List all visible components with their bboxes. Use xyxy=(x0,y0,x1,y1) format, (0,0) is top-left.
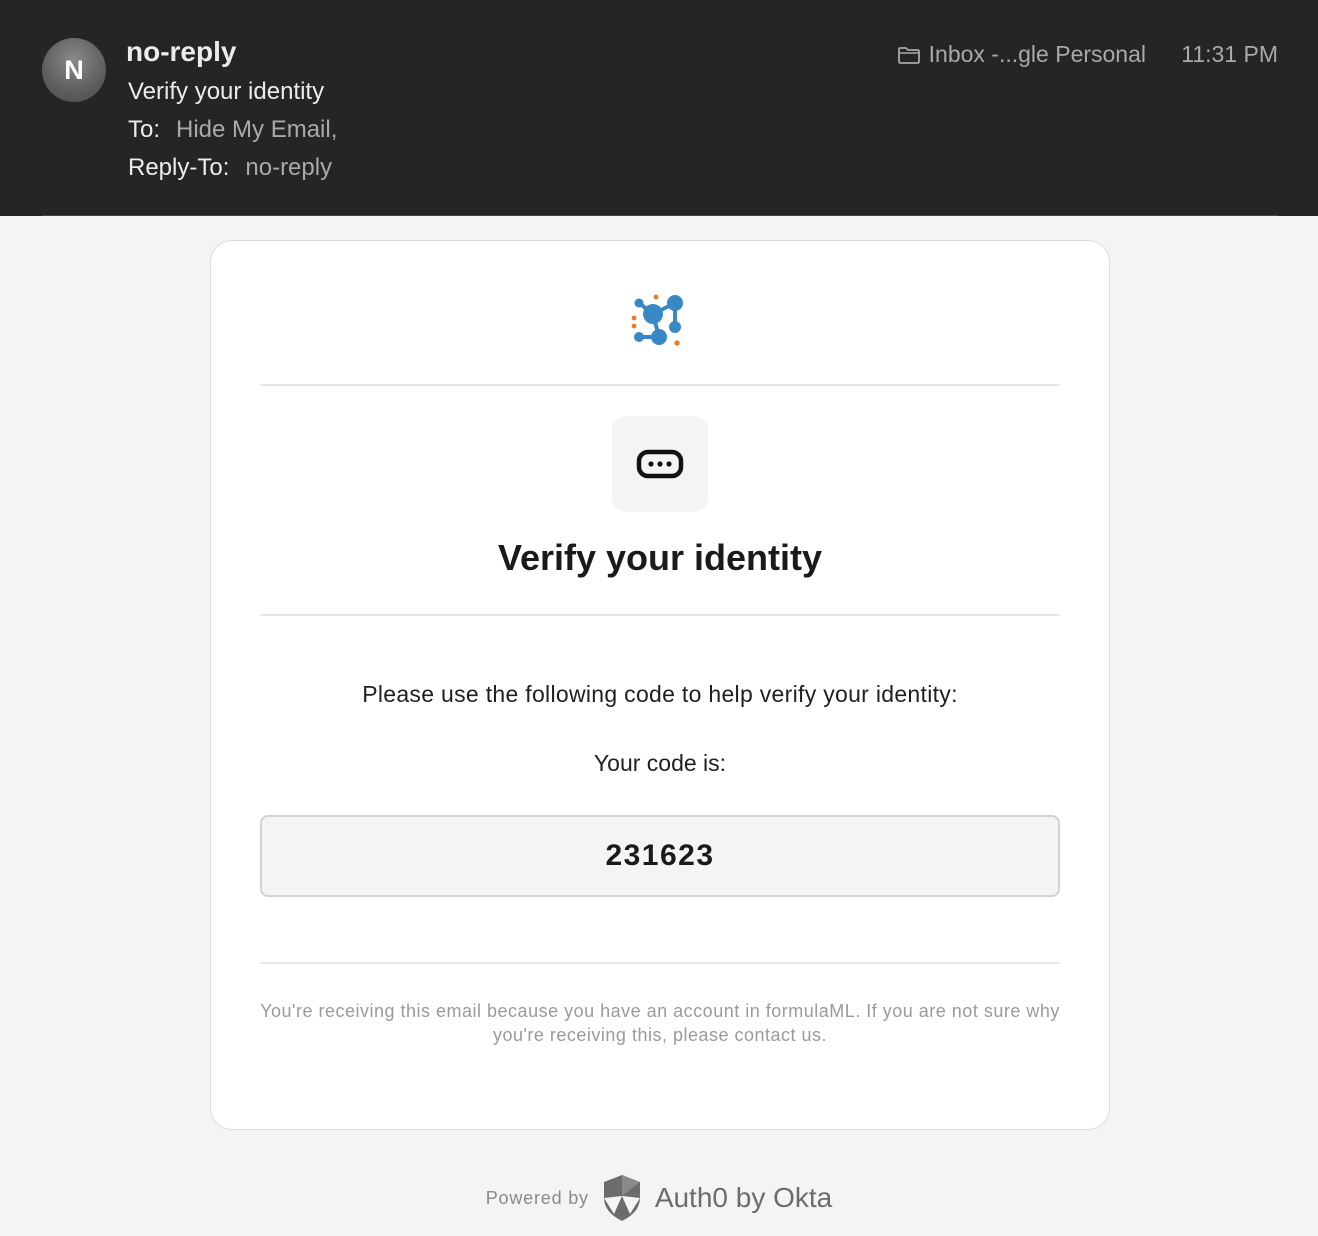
card-title: Verify your identity xyxy=(497,537,823,578)
mailbox-name: Inbox -...gle Personal xyxy=(928,41,1146,67)
to-label: To: xyxy=(128,116,161,143)
mailbox-link[interactable]: Inbox -...gle Personal xyxy=(897,41,1146,68)
folder-icon xyxy=(897,46,920,64)
footnote-text: You're receiving this email because you … xyxy=(260,1001,1060,1045)
reply-to-address[interactable]: no-reply xyxy=(245,154,332,182)
email-card: Verify your identity Please use the foll… xyxy=(210,240,1110,1130)
auth0-shield-icon xyxy=(603,1175,640,1221)
to-row: To: Hide My Email, xyxy=(128,116,337,144)
logo-divider xyxy=(260,384,1060,386)
sender-name[interactable]: no-reply xyxy=(126,36,236,68)
reply-to-row: Reply-To: no-reply xyxy=(128,154,332,182)
sender-avatar[interactable]: N xyxy=(42,38,106,102)
header-divider xyxy=(42,215,1278,216)
code-label: Your code is: xyxy=(593,750,727,776)
reply-to-label: Reply-To: xyxy=(128,154,230,181)
formulaml-logo-icon xyxy=(631,294,683,346)
instruction-text: Please use the following code to help ve… xyxy=(362,681,958,707)
otp-icon-box xyxy=(612,416,708,512)
email-header: N no-reply Verify your identity To: Hide… xyxy=(0,0,1318,216)
otp-dots-icon xyxy=(636,449,684,479)
footer-divider xyxy=(260,962,1060,964)
powered-by: Powered by Auth0 by Okta xyxy=(0,1174,1318,1222)
to-recipient[interactable]: Hide My Email, xyxy=(176,116,337,144)
avatar-initial: N xyxy=(64,54,84,85)
email-subject: Verify your identity xyxy=(128,78,325,105)
verification-code[interactable]: 231623 xyxy=(260,815,1060,897)
received-time: 11:31 PM xyxy=(1181,41,1278,67)
auth0-brand-name[interactable]: Auth0 by Okta xyxy=(655,1182,832,1214)
powered-by-label: Powered by xyxy=(485,1187,589,1208)
title-divider xyxy=(260,614,1060,616)
